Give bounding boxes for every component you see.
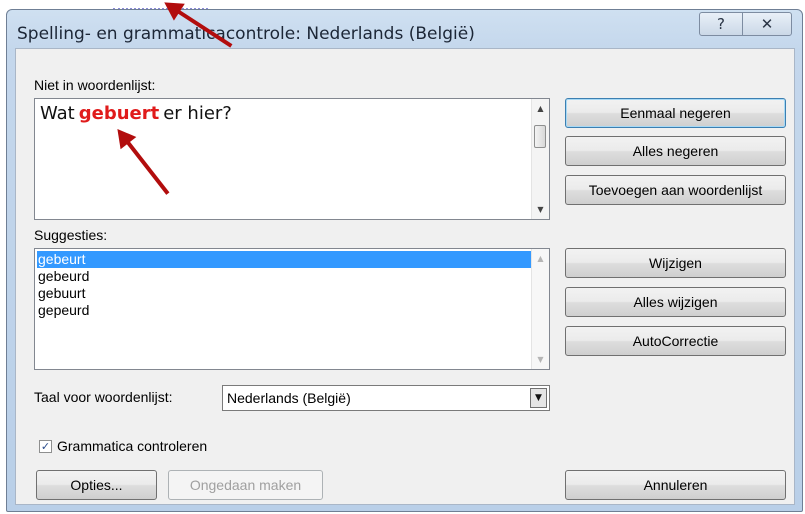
grammar-checkbox[interactable]: ✓ bbox=[39, 440, 52, 453]
ignore-all-button[interactable]: Alles negeren bbox=[565, 136, 786, 166]
close-button[interactable]: ✕ bbox=[742, 12, 792, 36]
textbox-scrollbar[interactable]: ▲ ▼ bbox=[531, 99, 549, 219]
language-select[interactable]: Nederlands (België) ▼ bbox=[222, 385, 550, 411]
misspelled-word: gebuert bbox=[78, 103, 160, 124]
not-in-dictionary-textbox[interactable]: Wat gebuert er hier? ▲ ▼ bbox=[34, 98, 550, 220]
language-value: Nederlands (België) bbox=[227, 390, 351, 406]
not-in-dictionary-label: Niet in woordenlijst: bbox=[34, 77, 156, 93]
add-to-dictionary-button[interactable]: Toevoegen aan woordenlijst bbox=[565, 175, 786, 205]
scroll-down-icon[interactable]: ▼ bbox=[532, 351, 549, 368]
chevron-down-icon[interactable]: ▼ bbox=[530, 388, 547, 408]
language-label: Taal voor woordenlijst: bbox=[34, 389, 173, 405]
help-icon: ? bbox=[717, 15, 725, 33]
scroll-thumb[interactable] bbox=[534, 125, 546, 148]
undo-button[interactable]: Ongedaan maken bbox=[168, 470, 323, 500]
autocorrect-button[interactable]: AutoCorrectie bbox=[565, 326, 786, 356]
suggestions-scrollbar[interactable]: ▲ ▼ bbox=[531, 249, 549, 369]
sentence-after: er hier? bbox=[163, 103, 232, 124]
scroll-up-icon[interactable]: ▲ bbox=[532, 250, 549, 267]
suggestions-list[interactable]: gebeurt gebeurd gebuurt gepeurd ▲ ▼ bbox=[34, 248, 550, 370]
change-button[interactable]: Wijzigen bbox=[565, 248, 786, 278]
checkmark-icon: ✓ bbox=[40, 440, 51, 453]
suggestion-item[interactable]: gebeurd bbox=[37, 268, 532, 285]
sentence-before: Wat bbox=[40, 103, 75, 124]
suggestion-item[interactable]: gepeurd bbox=[37, 302, 532, 319]
scroll-up-icon[interactable]: ▲ bbox=[532, 100, 549, 117]
spelling-dialog: Spelling- en grammaticacontrole: Nederla… bbox=[6, 9, 803, 512]
suggestion-item[interactable]: gebuurt bbox=[37, 285, 532, 302]
scroll-down-icon[interactable]: ▼ bbox=[532, 201, 549, 218]
suggestions-label: Suggesties: bbox=[34, 227, 108, 243]
dialog-title: Spelling- en grammaticacontrole: Nederla… bbox=[17, 24, 475, 44]
help-button[interactable]: ? bbox=[699, 12, 743, 36]
change-all-button[interactable]: Alles wijzigen bbox=[565, 287, 786, 317]
close-icon: ✕ bbox=[760, 15, 774, 33]
sentence-text[interactable]: Wat gebuert er hier? bbox=[40, 103, 232, 124]
dialog-client-area: Niet in woordenlijst: Wat gebuert er hier?… bbox=[15, 48, 795, 505]
suggestion-item[interactable]: gebeurt bbox=[37, 251, 532, 268]
options-button[interactable]: Opties... bbox=[36, 470, 157, 500]
ignore-once-button[interactable]: Eenmaal negeren bbox=[565, 98, 786, 128]
grammar-check-label: Grammatica controleren bbox=[57, 438, 208, 454]
cancel-button[interactable]: Annuleren bbox=[565, 470, 786, 500]
